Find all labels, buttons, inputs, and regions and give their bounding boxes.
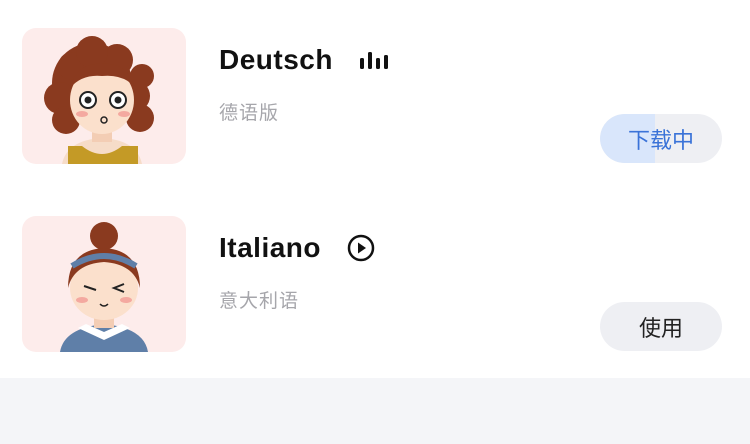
- language-subtitle: 德语版: [219, 102, 280, 124]
- list-item-italiano[interactable]: Italiano 意大利语 使用: [0, 216, 750, 366]
- title-row: Deutsch: [219, 44, 389, 76]
- use-button-label: 使用: [638, 316, 683, 342]
- language-name: Italiano: [219, 232, 322, 263]
- language-name: Deutsch: [219, 44, 333, 75]
- play-circle-icon[interactable]: [347, 234, 375, 262]
- avatar: [22, 216, 186, 352]
- audio-bars-icon[interactable]: [359, 49, 389, 71]
- footer-area: [0, 378, 750, 444]
- avatar: [22, 28, 186, 164]
- language-subtitle: 意大利语: [219, 290, 300, 312]
- language-list: Deutsch 德语版 下载中 Italiano 意大利语 使用: [0, 0, 750, 378]
- download-progress-button[interactable]: 下载中: [600, 114, 722, 163]
- woman-hair-bun-avatar-icon: [60, 222, 148, 352]
- download-status-label: 下载中: [627, 128, 694, 154]
- title-row: Italiano: [219, 232, 375, 264]
- list-item-deutsch[interactable]: Deutsch 德语版 下载中: [0, 28, 750, 178]
- use-button[interactable]: 使用: [600, 302, 722, 351]
- woman-curly-hair-avatar-icon: [44, 36, 154, 164]
